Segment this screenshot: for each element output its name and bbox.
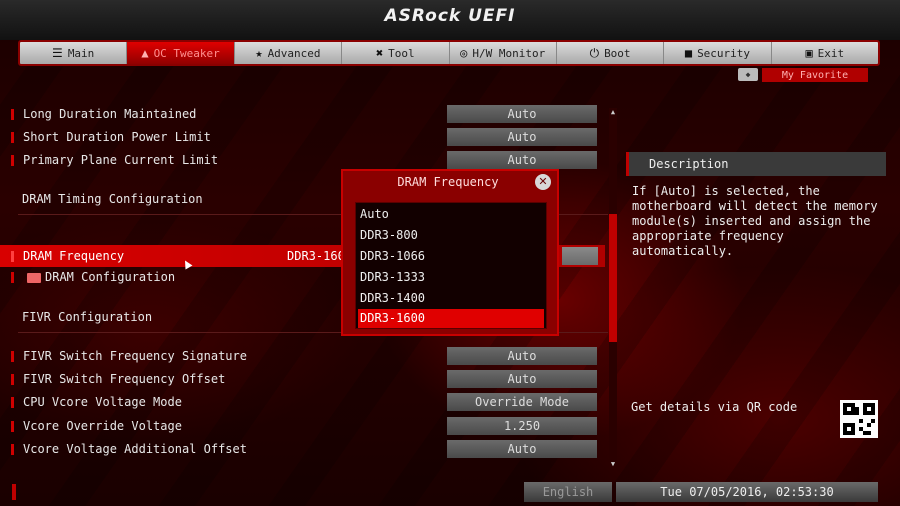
setting-label: Vcore Override Voltage xyxy=(23,419,182,433)
scrollbar-thumb[interactable] xyxy=(609,214,617,342)
row-marker xyxy=(11,373,14,385)
datetime-display: Tue 07/05/2016, 02:53:30 xyxy=(616,482,878,502)
setting-fivr-switch-offset[interactable]: FIVR Switch Frequency Offset Auto xyxy=(0,368,605,390)
scroll-up-icon[interactable]: ▲ xyxy=(609,108,617,116)
asrock-uefi-logo: ASRock UEFI xyxy=(384,6,516,26)
option-ddr3-1400[interactable]: DDR3-1400 xyxy=(358,289,544,308)
option-ddr3-1600[interactable]: DDR3-1600 xyxy=(358,309,544,328)
shield-icon: ■ xyxy=(684,46,693,60)
my-favorite-button[interactable]: My Favorite xyxy=(762,68,868,82)
row-marker xyxy=(11,250,14,262)
footer-marker xyxy=(12,484,16,500)
setting-value-box[interactable] xyxy=(562,247,598,265)
setting-value[interactable]: Auto xyxy=(447,105,597,123)
tab-label: Main xyxy=(67,46,95,60)
main-tab-bar: ☰ Main ▲ OC Tweaker ★ Advanced ✖ Tool ◎ … xyxy=(18,40,880,66)
scroll-down-icon[interactable]: ▼ xyxy=(609,460,617,468)
description-title: Description xyxy=(626,152,886,176)
tab-main[interactable]: ☰ Main xyxy=(20,42,128,64)
setting-label: Primary Plane Current Limit xyxy=(23,153,219,167)
tab-label: Advanced xyxy=(267,46,321,60)
row-marker xyxy=(11,350,14,362)
menu-icon: ☰ xyxy=(52,46,63,60)
tab-oc-tweaker[interactable]: ▲ OC Tweaker xyxy=(127,42,235,64)
setting-long-duration[interactable]: Long Duration Maintained Auto xyxy=(0,103,605,125)
setting-label: Long Duration Maintained xyxy=(23,107,197,121)
tab-label: Security xyxy=(697,46,751,60)
setting-short-duration[interactable]: Short Duration Power Limit Auto xyxy=(0,126,605,148)
row-marker xyxy=(11,396,14,408)
setting-label: CPU Vcore Voltage Mode xyxy=(23,395,182,409)
description-body: If [Auto] is selected, the motherboard w… xyxy=(632,184,878,258)
setting-label: DRAM Configuration xyxy=(27,270,175,284)
setting-value[interactable]: Auto xyxy=(447,128,597,146)
tool-icon: ✖ xyxy=(375,46,384,60)
star-icon: ★ xyxy=(255,46,263,60)
popup-title: DRAM Frequency xyxy=(397,175,499,189)
frequency-option-list: Auto DDR3-800 DDR3-1066 DDR3-1333 DDR3-1… xyxy=(355,202,547,329)
setting-fivr-switch-signature[interactable]: FIVR Switch Frequency Signature Auto xyxy=(0,345,605,367)
tab-label: OC Tweaker xyxy=(153,46,220,60)
qr-code-icon xyxy=(840,400,878,438)
setting-value[interactable]: Auto xyxy=(447,370,597,388)
power-icon: ⏻ xyxy=(589,45,600,60)
row-marker xyxy=(11,271,14,283)
setting-value[interactable]: Override Mode xyxy=(447,393,597,411)
option-auto[interactable]: Auto xyxy=(358,205,544,224)
option-ddr3-800[interactable]: DDR3-800 xyxy=(358,226,544,245)
setting-label: Short Duration Power Limit xyxy=(23,130,211,144)
setting-label: FIVR Switch Frequency Signature xyxy=(23,349,247,363)
setting-label: Vcore Voltage Additional Offset xyxy=(23,442,247,456)
qr-label: Get details via QR code xyxy=(631,400,798,414)
tab-tool[interactable]: ✖ Tool xyxy=(342,42,450,64)
tab-advanced[interactable]: ★ Advanced xyxy=(235,42,343,64)
oc-tweaker-icon: ▲ xyxy=(141,46,149,60)
setting-value[interactable]: Auto xyxy=(447,347,597,365)
setting-label: FIVR Switch Frequency Offset xyxy=(23,372,226,386)
tab-hw-monitor[interactable]: ◎ H/W Monitor xyxy=(450,42,557,64)
setting-vcore-additional-offset[interactable]: Vcore Voltage Additional Offset Auto xyxy=(0,438,605,460)
setting-vcore-mode[interactable]: CPU Vcore Voltage Mode Override Mode xyxy=(0,391,605,413)
tab-label: Boot xyxy=(604,46,631,60)
tab-label: Tool xyxy=(388,46,415,60)
favorite-toggle-icon[interactable]: ◆ xyxy=(738,68,758,81)
language-button[interactable]: English xyxy=(524,482,612,502)
row-marker xyxy=(11,420,14,432)
tab-label: Exit xyxy=(817,46,845,60)
setting-value[interactable]: Auto xyxy=(447,440,597,458)
row-marker xyxy=(11,154,14,166)
section-fivr: FIVR Configuration xyxy=(22,310,153,324)
tab-label: H/W Monitor xyxy=(472,46,546,60)
close-icon[interactable]: ✕ xyxy=(535,174,551,190)
monitor-icon: ◎ xyxy=(460,46,468,60)
option-ddr3-1333[interactable]: DDR3-1333 xyxy=(358,268,544,287)
folder-icon xyxy=(27,272,41,283)
row-marker xyxy=(11,131,14,143)
settings-scrollbar[interactable]: ▲ ▼ xyxy=(609,108,617,468)
dram-configuration-label: DRAM Configuration xyxy=(45,270,176,284)
exit-icon: ▣ xyxy=(805,46,813,60)
setting-vcore-override[interactable]: Vcore Override Voltage 1.250 xyxy=(0,415,605,437)
setting-label: DRAM Frequency xyxy=(23,249,125,263)
dram-frequency-popup: DRAM Frequency ✕ Auto DDR3-800 DDR3-1066… xyxy=(341,169,559,336)
section-dram-timing: DRAM Timing Configuration xyxy=(22,192,203,206)
setting-primary-plane[interactable]: Primary Plane Current Limit Auto xyxy=(0,149,605,171)
option-ddr3-1066[interactable]: DDR3-1066 xyxy=(358,247,544,266)
tab-exit[interactable]: ▣ Exit xyxy=(772,42,878,64)
tab-security[interactable]: ■ Security xyxy=(664,42,772,64)
top-bar: ASRock UEFI xyxy=(0,0,900,40)
row-marker xyxy=(11,108,14,120)
row-marker xyxy=(11,443,14,455)
setting-value[interactable]: Auto xyxy=(447,151,597,169)
tab-boot[interactable]: ⏻ Boot xyxy=(557,42,665,64)
setting-value[interactable]: 1.250 xyxy=(447,417,597,435)
